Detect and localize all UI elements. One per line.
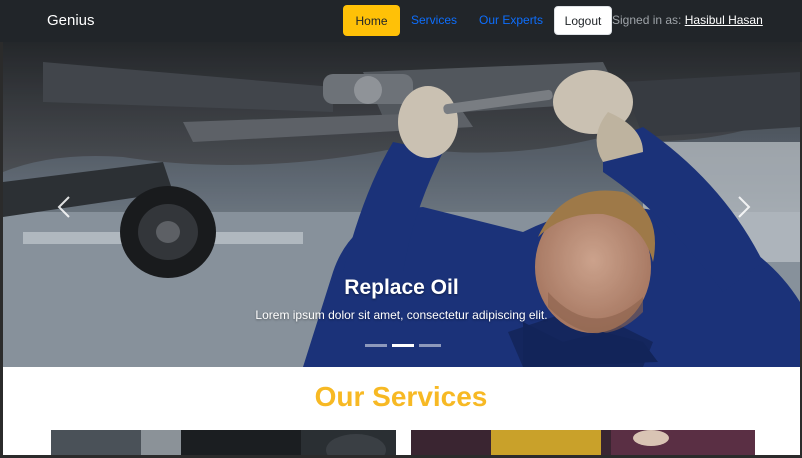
service-card-image-1[interactable]	[51, 430, 396, 458]
service-card-image-2[interactable]	[411, 430, 755, 458]
signed-in-status: Signed in as: Hasibul Hasan	[612, 13, 763, 28]
window-frame-left	[0, 42, 3, 458]
slide-title: Replace Oil	[344, 276, 459, 299]
carousel-indicator-3[interactable]	[419, 344, 441, 347]
signed-in-prefix: Signed in as:	[612, 13, 682, 27]
carousel-prev-button[interactable]	[49, 192, 79, 222]
chevron-right-icon	[738, 196, 751, 218]
chevron-left-icon	[57, 196, 70, 218]
tire-service-image	[411, 430, 755, 458]
services-heading: Our Services	[314, 381, 488, 412]
carousel-indicator-1[interactable]	[365, 344, 387, 347]
slide-description: Lorem ipsum dolor sit amet, consectetur …	[255, 308, 548, 322]
top-navbar: Genius Home Services Our Experts Logout …	[0, 0, 802, 42]
carousel-next-button[interactable]	[729, 192, 759, 222]
engine-service-image	[51, 430, 396, 458]
nav-services-link[interactable]: Services	[411, 13, 457, 28]
nav-home-link[interactable]: Home	[343, 5, 400, 36]
brand-logo[interactable]: Genius	[47, 11, 95, 31]
user-name-link[interactable]: Hasibul Hasan	[685, 13, 763, 27]
nav-experts-link[interactable]: Our Experts	[479, 13, 543, 28]
carousel-indicator-2[interactable]	[392, 344, 414, 347]
hero-carousel: Replace Oil Lorem ipsum dolor sit amet, …	[3, 42, 800, 367]
logout-button[interactable]: Logout	[554, 6, 612, 35]
carousel-indicators	[365, 344, 441, 347]
